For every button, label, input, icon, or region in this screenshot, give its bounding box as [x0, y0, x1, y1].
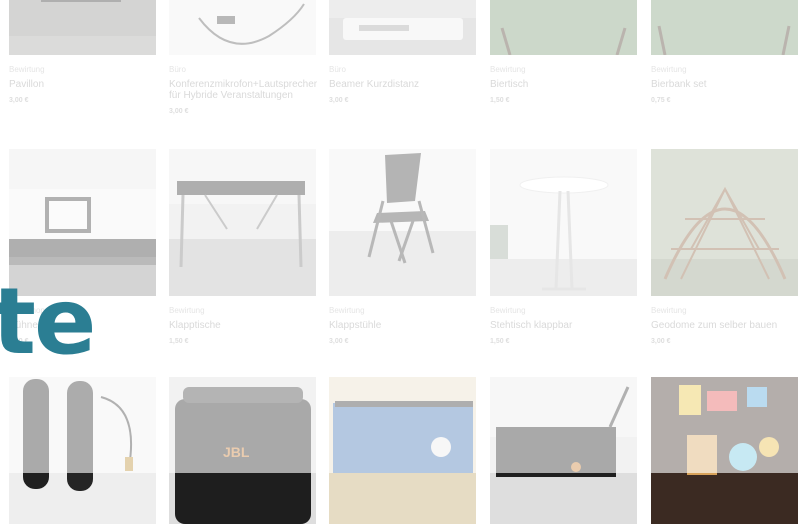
product-category: Bewirtung: [490, 65, 526, 74]
product-title[interactable]: Klappstühle: [329, 320, 476, 331]
product-category: Bewirtung: [651, 306, 687, 315]
product-title[interactable]: Stehtisch klappbar: [490, 320, 637, 331]
product-price: 3,00 €: [329, 338, 349, 345]
product-card[interactable]: Bewirtung Bierbank set 0,75 €: [651, 0, 798, 105]
product-title[interactable]: Biertisch: [490, 79, 637, 90]
product-image[interactable]: [651, 149, 798, 296]
product-card[interactable]: JBL: [169, 377, 316, 524]
product-card[interactable]: [9, 377, 156, 524]
product-grid: Bewirtung Pavillon 3,00 € Büro Konferenz…: [0, 0, 803, 524]
product-price: 3,00 €: [9, 97, 29, 104]
product-category: Büro: [169, 65, 186, 74]
product-title[interactable]: Geodome zum selber bauen: [651, 320, 798, 331]
product-card[interactable]: Büro Beamer Kurzdistanz 3,00 €: [329, 0, 476, 105]
product-category: Bewirtung: [9, 65, 45, 74]
product-card[interactable]: Bewirtung Stehtisch klappbar 1,50 €: [490, 149, 637, 346]
product-card[interactable]: [329, 377, 476, 524]
product-image[interactable]: [490, 149, 637, 296]
product-card[interactable]: Büro Konferenzmikrofon+Lautsprecher für …: [169, 0, 317, 116]
product-image[interactable]: [329, 377, 476, 524]
product-card[interactable]: Bewirtung Klapptische 1,50 €: [169, 149, 316, 346]
product-category: Bewirtung: [490, 306, 526, 315]
product-image[interactable]: [651, 377, 798, 524]
product-card[interactable]: Bewirtung Biertisch 1,50 €: [490, 0, 637, 105]
product-price: 1,50 €: [169, 338, 189, 345]
product-price: 1,50 €: [490, 97, 510, 104]
product-image[interactable]: JBL: [169, 377, 316, 524]
product-image[interactable]: [329, 149, 476, 296]
product-card[interactable]: Bewirtung Pavillon 3,00 €: [9, 0, 156, 105]
product-price: 0,75 €: [651, 97, 671, 104]
product-category: Bewirtung: [329, 306, 365, 315]
product-title[interactable]: Pavillon: [9, 79, 156, 90]
product-card[interactable]: Bewirtung Klappstühle 3,00 €: [329, 149, 476, 346]
product-title[interactable]: Klapptische: [169, 320, 316, 331]
svg-text:JBL: JBL: [223, 444, 250, 460]
product-title[interactable]: Konferenzmikrofon+Lautsprecher für Hybri…: [169, 79, 317, 101]
product-card[interactable]: [651, 377, 798, 524]
product-image[interactable]: [9, 377, 156, 524]
product-category: Bewirtung: [651, 65, 687, 74]
product-price: 3,00 €: [651, 338, 671, 345]
product-category: Büro: [329, 65, 346, 74]
product-image[interactable]: [490, 0, 637, 55]
product-category: Bewirtung: [169, 306, 205, 315]
product-image[interactable]: [490, 377, 637, 524]
product-card[interactable]: [490, 377, 637, 524]
product-image[interactable]: [9, 0, 156, 55]
product-price: 1,50 €: [490, 338, 510, 345]
product-card[interactable]: Bewirtung Geodome zum selber bauen 3,00 …: [651, 149, 798, 346]
product-price: 3,00 €: [329, 97, 349, 104]
product-image[interactable]: [329, 0, 476, 55]
product-image[interactable]: [651, 0, 798, 55]
product-title[interactable]: Beamer Kurzdistanz: [329, 79, 476, 90]
product-title[interactable]: Bierbank set: [651, 79, 798, 90]
product-price: 3,00 €: [169, 108, 189, 115]
product-image[interactable]: [169, 149, 316, 296]
overlay-heading-fragment: te: [0, 268, 96, 375]
product-image[interactable]: [169, 0, 316, 55]
